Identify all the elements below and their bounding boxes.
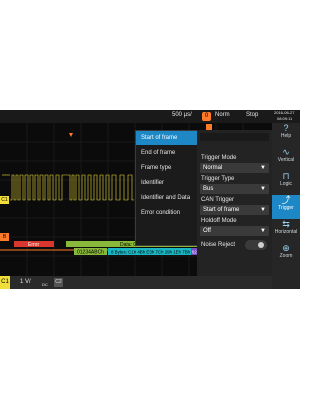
trigger-mode-value: Normal	[203, 165, 223, 171]
menu-item-start-of-frame[interactable]: Start of frame	[136, 131, 198, 145]
data-bytes: 8 Bytes: C1h 4Bh E3h 7Ch 29h 1Eh 7Bh	[111, 250, 191, 255]
chevron-down-icon: ▼	[260, 186, 266, 192]
trigger-mode-label: Trigger Mode	[201, 155, 237, 161]
trigger-icon: ⤴	[281, 195, 291, 205]
top-status-bar: 500 µs/ 0 Norm Stop 2016-06-27 08:09:11	[0, 110, 300, 123]
chevron-down-icon: ▼	[260, 165, 266, 171]
menu-item-error-condition[interactable]: Error condition	[136, 206, 198, 220]
right-toolbar: ? Help ∿ Vertical ⊓ Logic ⤴ Trigger ⇆ Ho…	[272, 123, 300, 289]
menu-item-identifier[interactable]: Identifier	[136, 176, 198, 190]
menu-item-identifier-and-data[interactable]: Identifier and Data	[136, 191, 198, 205]
holdoff-mode-value: Off	[203, 228, 211, 234]
toggle-knob	[258, 242, 264, 248]
date-readout: 2016-06-27	[274, 110, 295, 115]
error-label: Error	[28, 242, 39, 248]
horizontal-label: Horizontal	[274, 229, 298, 235]
trigger-type-select[interactable]: Bus ▼	[200, 184, 269, 194]
oscilloscope-screen: 500 µs/ 0 Norm Stop 2016-06-27 08:09:11	[0, 110, 300, 289]
zoom-icon: ⊕	[282, 243, 290, 253]
trigger-indicator-dot	[206, 124, 212, 130]
zoom-label: Zoom	[279, 253, 293, 259]
help-button[interactable]: ? Help	[272, 123, 300, 147]
noise-reject-label: Noise Reject	[201, 242, 236, 248]
ch1-coupling[interactable]: DC	[42, 282, 48, 287]
horizontal-button[interactable]: ⇆ Horizontal	[272, 219, 300, 243]
ch1-waveform	[2, 174, 134, 201]
vertical-button[interactable]: ∿ Vertical	[272, 147, 300, 171]
logic-label: Logic	[280, 181, 292, 187]
frame-value: 01234ABCh	[77, 250, 104, 256]
ch2-tab[interactable]: C2	[54, 278, 63, 287]
time-readout: 08:09:11	[277, 116, 293, 121]
sine-icon: ∿	[282, 147, 290, 157]
channel-bar: 1 V/ DC	[0, 276, 272, 289]
trigger-type-value: Bus	[203, 186, 214, 192]
trigger-settings-panel: Trigger Mode Normal ▼ Trigger Type Bus ▼…	[197, 130, 272, 276]
question-icon: ?	[283, 123, 289, 133]
chevron-down-icon: ▼	[260, 207, 266, 213]
menu-item-end-of-frame[interactable]: End of frame	[136, 146, 198, 160]
bus-level-marker[interactable]: B	[0, 233, 9, 241]
can-trigger-select[interactable]: Start of frame ▼	[200, 205, 269, 215]
help-label: Help	[280, 133, 292, 139]
trigger-mode-select[interactable]: Normal ▼	[200, 163, 269, 173]
trigger-mode-readout[interactable]: Norm	[215, 112, 230, 118]
trigger-source-icons[interactable]	[200, 133, 269, 141]
trigger-number-badge[interactable]: 0	[202, 112, 211, 121]
run-state-readout[interactable]: Stop	[246, 112, 258, 118]
menu-item-frame-type[interactable]: Frame type	[136, 161, 198, 175]
chevron-down-icon: ▼	[260, 228, 266, 234]
holdoff-mode-label: Holdoff Mode	[201, 218, 237, 224]
trigger-type-label: Trigger Type	[201, 176, 235, 182]
ch1-tab[interactable]: C1	[0, 276, 10, 289]
trigger-label: Trigger	[278, 205, 294, 211]
can-trigger-menu: Start of frame End of frame Frame type I…	[135, 130, 199, 246]
timebase-readout[interactable]: 500 µs/	[172, 112, 192, 118]
logic-icon: ⊓	[282, 171, 290, 181]
ch1-scale[interactable]: 1 V/	[20, 279, 31, 285]
zoom-button[interactable]: ⊕ Zoom	[272, 243, 300, 267]
noise-reject-toggle[interactable]	[245, 240, 267, 250]
trigger-button[interactable]: ⤴ Trigger	[272, 195, 300, 219]
can-trigger-label: CAN Trigger	[201, 197, 235, 203]
can-trigger-value: Start of frame	[203, 207, 240, 213]
ch1-level-marker[interactable]: C1	[0, 196, 9, 204]
holdoff-mode-select[interactable]: Off ▼	[200, 226, 269, 236]
logic-button[interactable]: ⊓ Logic	[272, 171, 300, 195]
trigger-position-marker[interactable]	[69, 133, 73, 137]
horizontal-icon: ⇆	[282, 219, 290, 229]
vertical-label: Vertical	[277, 157, 295, 163]
